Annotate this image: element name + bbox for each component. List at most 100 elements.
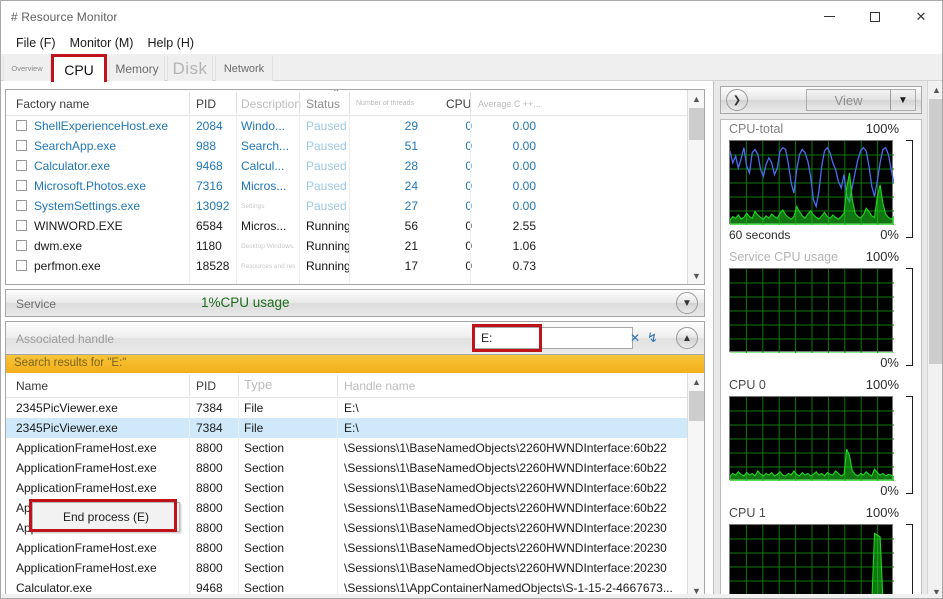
- handle-scroll-up-icon[interactable]: ▲: [688, 373, 704, 390]
- tab-memory[interactable]: Memory: [109, 56, 165, 81]
- process-row[interactable]: dwm.exe 1180 Desktop Windows... Running 21 0 1…: [6, 236, 704, 256]
- process-row[interactable]: Calculator.exe 9468 Calcul... Paused 28 0 0.00: [6, 156, 704, 176]
- column-header-threads[interactable]: Number of threads: [356, 100, 414, 107]
- context-menu-item-end-process[interactable]: End process (E): [33, 503, 179, 531]
- graph-block: CPU 0 100% 0%: [721, 376, 921, 504]
- process-table-scrollbar[interactable]: ▲ ▼: [687, 90, 704, 284]
- graphs-panel-scrollbar[interactable]: ▲ ▼: [927, 81, 942, 598]
- clear-search-icon[interactable]: ✕: [630, 331, 640, 345]
- process-description: Windo...: [241, 119, 286, 133]
- process-cpu: 0: [465, 179, 472, 193]
- process-cpu: 0: [465, 199, 472, 213]
- tab-disk[interactable]: Disk: [167, 56, 213, 81]
- handle-row[interactable]: 2345PicViewer.exe 7384 File E:\: [6, 418, 704, 438]
- process-row[interactable]: SearchApp.exe 988 Search... Paused 51 0 0.00: [6, 136, 704, 156]
- graph-min-label: 0%: [880, 227, 899, 242]
- process-checkbox[interactable]: [16, 260, 27, 271]
- process-row[interactable]: WINWORD.EXE 6584 Micros... Running 56 0 2.55: [6, 216, 704, 236]
- column-header-cpu[interactable]: CPU: [446, 97, 471, 111]
- process-checkbox[interactable]: [16, 180, 27, 191]
- process-description: Micros...: [241, 219, 287, 233]
- process-checkbox[interactable]: [16, 200, 27, 211]
- process-row[interactable]: SystemSettings.exe 13092 Settings Paused 27 0…: [6, 196, 704, 216]
- handle-scroll-thumb[interactable]: [689, 391, 704, 421]
- context-menu: End process (E): [32, 502, 180, 532]
- menu-item-file[interactable]: File (F): [9, 35, 63, 51]
- graphs-scroll-thumb[interactable]: [929, 99, 942, 364]
- scroll-up-icon[interactable]: ▲: [688, 90, 704, 107]
- handle-row[interactable]: ApplicationFrameHost.exe 8800 Section \Sess…: [6, 478, 704, 498]
- graph-title: CPU-total: [729, 122, 784, 136]
- graph-max-label: 100%: [865, 377, 899, 392]
- handle-table-scrollbar[interactable]: ▲ ▼: [687, 373, 704, 598]
- refresh-search-icon[interactable]: ↯: [647, 330, 658, 346]
- process-row[interactable]: perfmon.exe 18528 Resources and resources.…: [6, 256, 704, 276]
- process-row[interactable]: ShellExperienceHost.exe 2084 Windo... Pause…: [6, 116, 704, 136]
- handle-row[interactable]: ApplicationFrameHost.exe 8800 Section \Sess…: [6, 558, 704, 578]
- column-header-pid[interactable]: PID: [196, 97, 216, 111]
- handle-type: Section: [244, 501, 285, 515]
- handle-column-header-pid[interactable]: PID: [196, 379, 216, 393]
- handle-column-header-name[interactable]: Name: [16, 379, 48, 393]
- maximize-button[interactable]: [852, 1, 898, 32]
- process-pid: 13092: [196, 199, 230, 213]
- process-checkbox[interactable]: [16, 120, 27, 131]
- close-button[interactable]: ✕: [898, 1, 942, 32]
- handle-column-header-type[interactable]: Type: [244, 377, 272, 392]
- handle-row[interactable]: ApplicationFrameHost.exe 8800 Section \Sess…: [6, 458, 704, 478]
- graph-min-label: 0%: [880, 483, 899, 498]
- process-row[interactable]: Microsoft.Photos.exe 7316 Micros... Paused 2…: [6, 176, 704, 196]
- handle-process-name: 2345PicViewer.exe: [16, 421, 118, 435]
- process-threads: 27: [404, 199, 418, 213]
- handle-type: Section: [244, 561, 285, 575]
- handle-pid: 8800: [196, 501, 223, 515]
- process-threads: 56: [404, 219, 418, 233]
- graph-max-label: 100%: [865, 505, 899, 520]
- handle-pid: 8800: [196, 461, 223, 475]
- minimize-button[interactable]: [806, 1, 852, 32]
- tab-cpu[interactable]: CPU: [51, 54, 107, 82]
- column-header-description[interactable]: Description: [241, 97, 301, 111]
- menu-bar: File (F) Monitor (M) Help (H): [1, 32, 942, 54]
- handle-sort-ascending-icon: ⌃: [100, 373, 109, 381]
- process-average-cpu: 0.00: [512, 159, 536, 173]
- handle-search-box[interactable]: [473, 327, 638, 349]
- process-name: WINWORD.EXE: [34, 219, 123, 233]
- process-checkbox[interactable]: [16, 220, 27, 231]
- process-status: Running: [306, 219, 351, 233]
- tab-overview[interactable]: Overview: [3, 56, 51, 81]
- handle-row[interactable]: 2345PicViewer.exe 7384 File E:\: [6, 398, 704, 418]
- search-results-text: Search results for "E:": [14, 357, 127, 369]
- scroll-thumb[interactable]: [689, 108, 704, 140]
- handle-row[interactable]: ApplicationFrameHost.exe 8800 Section \Sess…: [6, 438, 704, 458]
- graphs-scroll-up-icon[interactable]: ▲: [928, 81, 942, 98]
- close-icon: ✕: [915, 8, 927, 24]
- handle-process-name: Calculator.exe: [16, 581, 93, 595]
- service-section-header[interactable]: Service 1%CPU usage ▼: [5, 289, 705, 317]
- process-name: perfmon.exe: [34, 259, 101, 273]
- column-header-average-cpu[interactable]: Average C ++...: [478, 99, 541, 109]
- view-dropdown-button[interactable]: View ▼: [806, 89, 916, 111]
- chevron-right-icon: ❯: [732, 94, 742, 106]
- menu-item-help[interactable]: Help (H): [140, 35, 201, 51]
- tab-network[interactable]: Network: [215, 56, 273, 81]
- handle-column-header-handle-name[interactable]: Handle name: [344, 379, 415, 393]
- column-header-name[interactable]: Factory name: [16, 97, 89, 111]
- scroll-down-icon[interactable]: ▼: [688, 267, 704, 284]
- handle-table-body: 2345PicViewer.exe 7384 File E:\ 2345PicViewe…: [6, 398, 704, 598]
- chevron-down-icon: ▼: [898, 94, 908, 106]
- process-checkbox[interactable]: [16, 240, 27, 251]
- process-checkbox[interactable]: [16, 160, 27, 171]
- process-average-cpu: 2.55: [512, 219, 536, 233]
- handle-collapse-button[interactable]: ▲: [676, 327, 698, 349]
- service-expand-button[interactable]: ▼: [676, 292, 698, 314]
- process-checkbox[interactable]: [16, 140, 27, 151]
- column-header-status[interactable]: Status: [306, 97, 340, 111]
- handle-search-input[interactable]: [474, 330, 638, 346]
- collapse-panel-button[interactable]: ❯: [726, 89, 748, 111]
- handle-row[interactable]: ApplicationFrameHost.exe 8800 Section \Sess…: [6, 538, 704, 558]
- handle-name-value: E:\: [344, 401, 359, 415]
- graph-axis-bracket: [906, 524, 913, 595]
- menu-item-monitor[interactable]: Monitor (M): [63, 35, 141, 51]
- graph-axis-bracket: [906, 268, 913, 366]
